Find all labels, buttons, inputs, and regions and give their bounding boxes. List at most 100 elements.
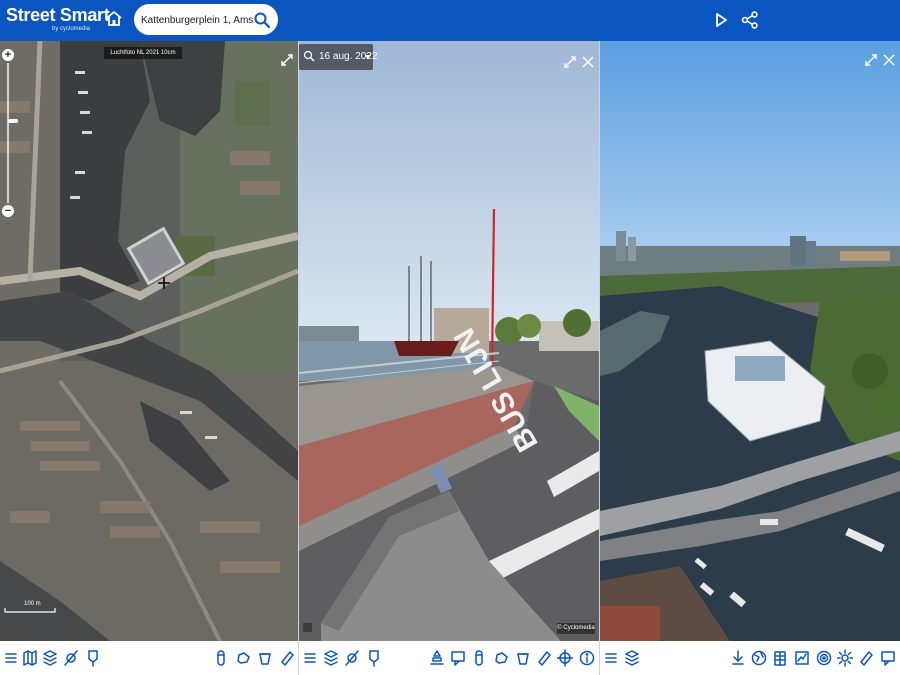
home-button[interactable] <box>104 9 124 29</box>
comment-button[interactable] <box>450 649 466 667</box>
street-view-panel[interactable]: BUS LIJN 16 aug. 2022 © Cyclomedia <box>299 41 599 641</box>
map-button[interactable] <box>22 649 38 667</box>
close-icon[interactable] <box>581 55 595 69</box>
app-title: Street Smart <box>6 5 110 25</box>
marker-up-button[interactable] <box>429 649 445 667</box>
layers-icon <box>324 650 338 666</box>
sun-button[interactable] <box>836 649 854 667</box>
menu-button[interactable] <box>302 649 318 667</box>
scale-label: 100 m <box>24 601 41 607</box>
crosshair-icon <box>556 649 574 667</box>
ruler-icon <box>860 651 873 666</box>
play-icon <box>716 13 727 27</box>
pin-button[interactable] <box>85 649 101 667</box>
aerial-imagery[interactable] <box>0 41 298 641</box>
zoom-out-button[interactable]: − <box>2 205 14 217</box>
pin-icon <box>88 650 98 667</box>
chart-button[interactable] <box>794 649 810 667</box>
layers-button[interactable] <box>323 649 339 667</box>
comment-icon <box>451 651 465 666</box>
building-icon <box>774 651 786 666</box>
pin-icon <box>369 650 379 667</box>
globe-button[interactable] <box>751 649 767 667</box>
zoom-in-button[interactable]: + <box>2 49 14 61</box>
map-icon <box>23 650 37 666</box>
layers-button[interactable] <box>624 649 640 667</box>
pin-button[interactable] <box>366 649 382 667</box>
volume-measure-button[interactable] <box>257 649 273 667</box>
menu-button[interactable] <box>3 649 19 667</box>
layer-caption: Luchtfoto NL 2021 10cm <box>104 47 182 59</box>
map-cursor-icon <box>158 277 170 289</box>
search-input[interactable] <box>141 11 253 29</box>
marker-up-icon <box>430 650 444 665</box>
volume-measure-icon <box>517 653 529 665</box>
share-button[interactable] <box>740 10 760 30</box>
street-view-toolbar <box>299 641 599 675</box>
comment-button[interactable] <box>880 649 896 667</box>
scale-bar: 100 m <box>4 601 56 613</box>
download-icon <box>732 650 744 665</box>
layers-button[interactable] <box>42 649 58 667</box>
visibility-off-icon <box>64 650 78 666</box>
oblique-view-panel[interactable] <box>600 41 900 641</box>
expand-icon[interactable] <box>280 53 294 67</box>
visibility-off-icon <box>345 650 359 666</box>
volume-measure-icon <box>259 653 271 665</box>
height-measure-button[interactable] <box>471 649 487 667</box>
search-box[interactable] <box>134 4 278 35</box>
layers-icon <box>43 650 57 666</box>
zoom-search-icon[interactable] <box>303 50 315 62</box>
app-header: Street Smart by cyclomedia <box>0 0 900 41</box>
area-measure-icon <box>237 652 250 664</box>
expand-icon[interactable] <box>864 53 878 67</box>
ruler-button[interactable] <box>279 649 295 667</box>
street-view-imagery[interactable]: BUS LIJN <box>299 41 599 641</box>
menu-icon <box>605 653 617 663</box>
ruler-icon <box>538 651 551 666</box>
info-button[interactable] <box>579 649 595 667</box>
ruler-button[interactable] <box>536 649 552 667</box>
menu-button[interactable] <box>603 649 619 667</box>
sun-icon <box>836 649 854 667</box>
home-icon <box>106 11 122 26</box>
zoom-slider-thumb[interactable] <box>8 119 18 123</box>
close-icon[interactable] <box>882 53 896 67</box>
overlay-toggle[interactable] <box>303 623 312 632</box>
menu-icon <box>304 653 316 663</box>
area-measure-icon <box>495 652 508 664</box>
date-selector[interactable]: 16 aug. 2022 <box>299 44 377 70</box>
share-icon <box>741 11 758 29</box>
info-icon <box>579 650 595 666</box>
area-measure-button[interactable] <box>493 649 509 667</box>
globe-icon <box>751 650 767 666</box>
height-measure-icon <box>217 650 225 666</box>
target-icon <box>816 650 832 666</box>
target-button[interactable] <box>816 649 832 667</box>
chevron-down-icon[interactable] <box>365 55 371 59</box>
visibility-off-button[interactable] <box>344 649 360 667</box>
download-button[interactable] <box>730 649 746 667</box>
play-button[interactable] <box>711 10 731 30</box>
aerial-map-panel[interactable]: + − Luchtfoto NL 2021 10cm 100 m <box>0 41 298 641</box>
oblique-toolbar <box>600 641 900 675</box>
app-logo: Street Smart by cyclomedia <box>6 5 110 32</box>
map-toolbar <box>0 641 298 675</box>
ruler-icon <box>281 651 294 666</box>
layers-icon <box>625 650 639 666</box>
expand-icon[interactable] <box>563 55 577 69</box>
building-button[interactable] <box>772 649 788 667</box>
oblique-imagery[interactable] <box>600 41 900 641</box>
app-subtitle: by cyclomedia <box>52 26 91 32</box>
menu-icon <box>5 653 17 663</box>
crosshair-button[interactable] <box>556 649 574 667</box>
zoom-slider[interactable] <box>7 63 18 203</box>
search-icon[interactable] <box>253 11 271 29</box>
area-measure-button[interactable] <box>235 649 251 667</box>
ruler-button[interactable] <box>858 649 874 667</box>
volume-measure-button[interactable] <box>515 649 531 667</box>
zoom-control[interactable]: + − <box>2 49 18 217</box>
visibility-off-button[interactable] <box>63 649 79 667</box>
copyright-watermark: © Cyclomedia <box>557 623 595 634</box>
height-measure-button[interactable] <box>213 649 229 667</box>
